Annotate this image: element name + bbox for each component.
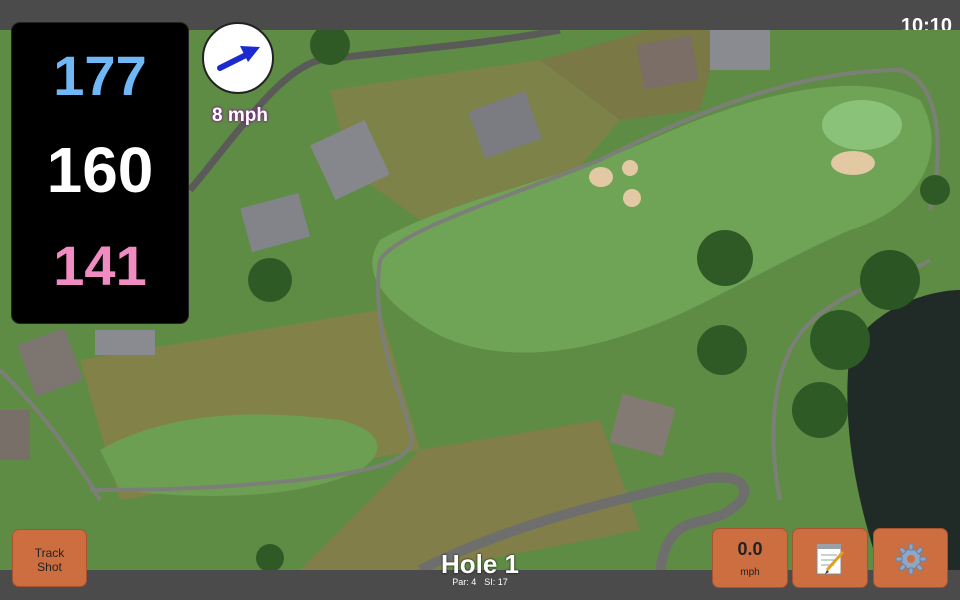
- gear-icon: [895, 543, 926, 575]
- speed-value: 0.0: [737, 539, 763, 559]
- speed-button[interactable]: 0.0 mph: [712, 528, 788, 588]
- notepad-icon: [816, 544, 845, 575]
- track-shot-label-line1: Track: [34, 546, 65, 560]
- distance-back: 177: [53, 44, 147, 107]
- hole-par: Par: 4: [452, 577, 477, 587]
- distance-middle: 160: [46, 134, 154, 206]
- speed-unit: mph: [740, 567, 760, 578]
- track-shot-button[interactable]: Track Shot: [12, 529, 87, 587]
- settings-button[interactable]: [873, 528, 948, 588]
- hole-title: Hole 1: [440, 549, 520, 579]
- arrow-right-icon: [217, 46, 260, 71]
- notes-button[interactable]: [792, 528, 868, 588]
- hole-stroke-index: SI: 17: [484, 577, 508, 587]
- distance-panel: 177 160 141: [12, 23, 188, 323]
- wind-direction-indicator: [202, 22, 274, 94]
- track-shot-label-line2: Shot: [37, 560, 62, 574]
- distance-front: 141: [53, 234, 147, 297]
- wind-speed-label: 8 mph: [212, 105, 268, 126]
- hole-info: Par: 4 SI: 17: [440, 577, 520, 587]
